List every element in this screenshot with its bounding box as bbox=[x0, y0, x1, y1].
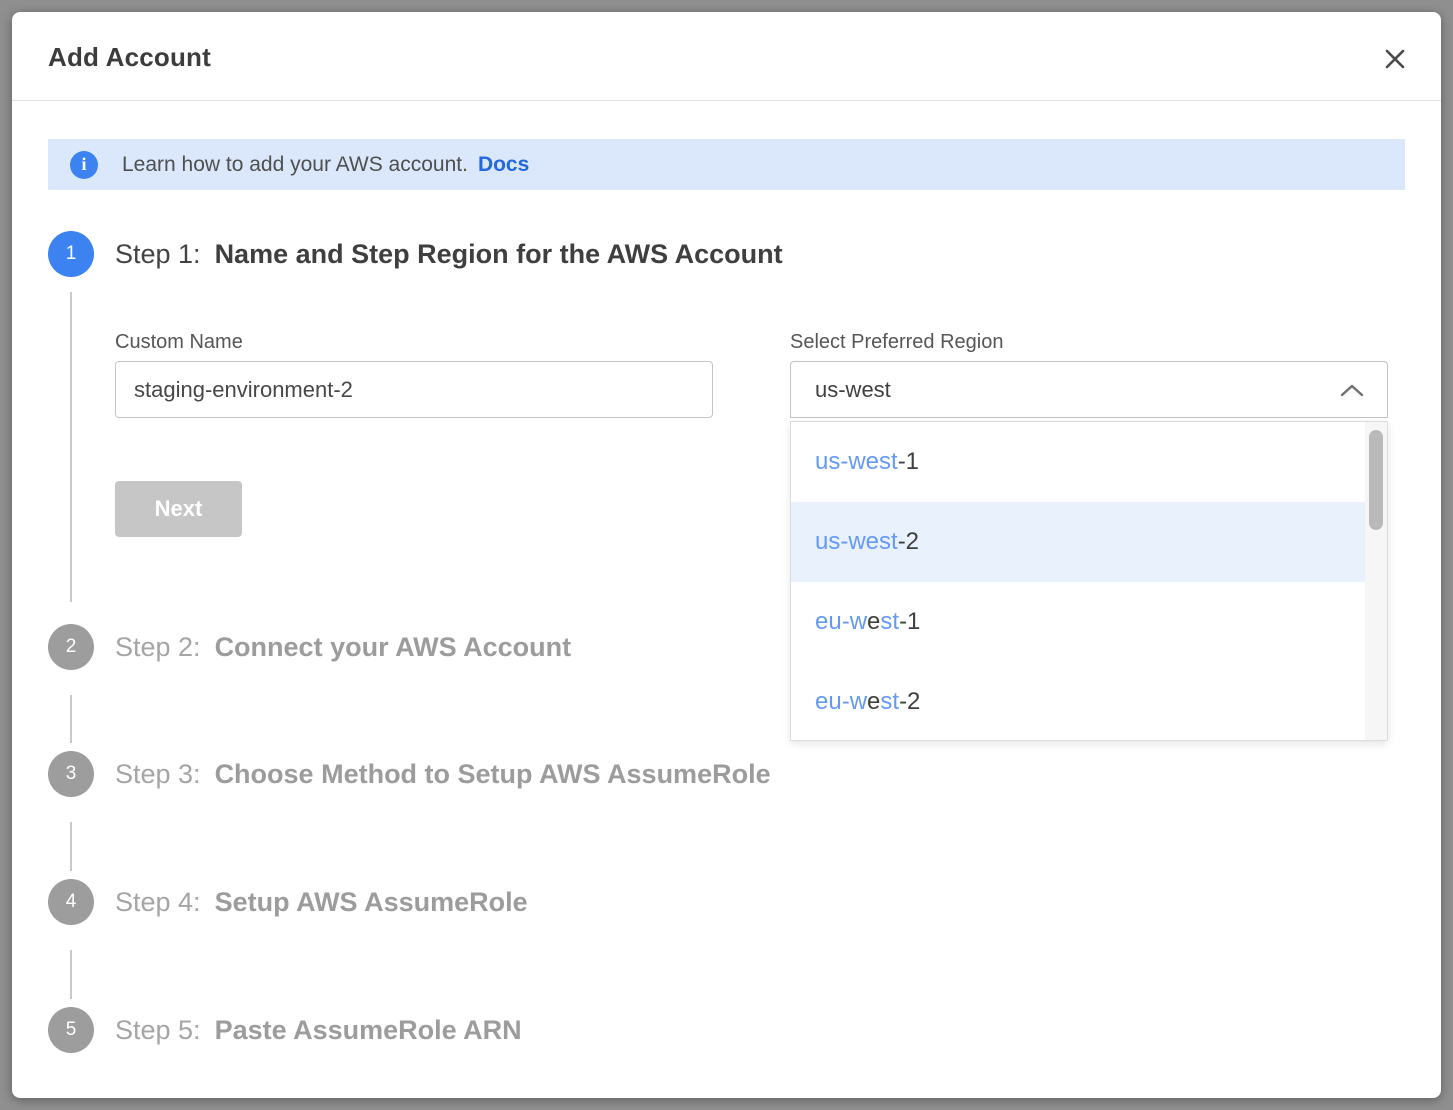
close-icon bbox=[1383, 47, 1407, 71]
option-text-segment: -2 bbox=[898, 528, 919, 556]
step-2-name: Connect your AWS Account bbox=[215, 632, 572, 662]
step-2-indicator: 2 bbox=[48, 624, 94, 670]
dropdown-option-us-west-2[interactable]: us-west-2 bbox=[791, 502, 1365, 582]
option-text-segment: eu-w bbox=[815, 688, 867, 716]
info-banner: i Learn how to add your AWS account. Doc… bbox=[48, 139, 1405, 190]
dropdown-scrollbar-thumb[interactable] bbox=[1369, 430, 1383, 530]
step-4-indicator: 4 bbox=[48, 879, 94, 925]
custom-name-label: Custom Name bbox=[115, 331, 243, 354]
step-2-title: Step 2: Connect your AWS Account bbox=[115, 632, 571, 663]
region-dropdown: us-west-1us-west-2eu-west-1eu-west-2 bbox=[790, 421, 1388, 741]
step-2-prefix: Step 2: bbox=[115, 632, 201, 662]
option-text-segment: -1 bbox=[899, 608, 920, 636]
dropdown-option-eu-west-2[interactable]: eu-west-2 bbox=[791, 662, 1365, 742]
step-3-row: 3 Step 3: Choose Method to Setup AWS Assu… bbox=[48, 751, 771, 797]
step-1-prefix: Step 1: bbox=[115, 239, 201, 269]
chevron-up-icon bbox=[1339, 382, 1365, 398]
step-connector-1 bbox=[70, 292, 72, 602]
step-4-title: Step 4: Setup AWS AssumeRole bbox=[115, 887, 528, 918]
step-3-indicator: 3 bbox=[48, 751, 94, 797]
banner-text: Learn how to add your AWS account. bbox=[122, 153, 468, 177]
option-text-segment: us-west bbox=[815, 448, 898, 476]
step-5-prefix: Step 5: bbox=[115, 1015, 201, 1045]
option-text-segment: -2 bbox=[899, 688, 920, 716]
option-text-segment: us-west bbox=[815, 528, 898, 556]
step-3-name: Choose Method to Setup AWS AssumeRole bbox=[215, 759, 771, 789]
step-1-name: Name and Step Region for the AWS Account bbox=[215, 239, 783, 269]
info-icon: i bbox=[70, 151, 98, 179]
step-5-indicator: 5 bbox=[48, 1007, 94, 1053]
step-5-name: Paste AssumeRole ARN bbox=[215, 1015, 522, 1045]
region-label: Select Preferred Region bbox=[790, 331, 1003, 354]
step-4-row: 4 Step 4: Setup AWS AssumeRole bbox=[48, 879, 528, 925]
option-text-segment: e bbox=[867, 688, 880, 716]
option-text-segment: st bbox=[880, 608, 899, 636]
step-connector-2 bbox=[70, 695, 72, 743]
dropdown-options: us-west-1us-west-2eu-west-1eu-west-2 bbox=[791, 422, 1365, 740]
region-select-value: us-west bbox=[815, 377, 1339, 403]
step-3-prefix: Step 3: bbox=[115, 759, 201, 789]
step-4-prefix: Step 4: bbox=[115, 887, 201, 917]
option-text-segment: e bbox=[867, 608, 880, 636]
add-account-modal: Add Account i Learn how to add your AWS … bbox=[12, 12, 1441, 1098]
close-button[interactable] bbox=[1379, 43, 1411, 75]
step-3-title: Step 3: Choose Method to Setup AWS Assume… bbox=[115, 759, 771, 790]
modal-title: Add Account bbox=[48, 42, 211, 73]
step-1-title: Step 1: Name and Step Region for the AWS … bbox=[115, 239, 783, 270]
dropdown-scrollbar-track[interactable] bbox=[1365, 422, 1387, 740]
region-select[interactable]: us-west bbox=[790, 361, 1388, 418]
option-text-segment: st bbox=[880, 688, 899, 716]
custom-name-input[interactable] bbox=[115, 361, 713, 418]
option-text-segment: eu-w bbox=[815, 608, 867, 636]
docs-link[interactable]: Docs bbox=[478, 153, 529, 177]
step-1-indicator: 1 bbox=[48, 231, 94, 277]
step-connector-3 bbox=[70, 822, 72, 871]
dropdown-option-us-west-1[interactable]: us-west-1 bbox=[791, 422, 1365, 502]
step-5-title: Step 5: Paste AssumeRole ARN bbox=[115, 1015, 522, 1046]
header-divider bbox=[12, 100, 1441, 101]
option-text-segment: -1 bbox=[898, 448, 919, 476]
step-4-name: Setup AWS AssumeRole bbox=[215, 887, 528, 917]
step-2-row: 2 Step 2: Connect your AWS Account bbox=[48, 624, 571, 670]
next-button[interactable]: Next bbox=[115, 481, 242, 537]
dropdown-option-eu-west-1[interactable]: eu-west-1 bbox=[791, 582, 1365, 662]
step-1-row: 1 Step 1: Name and Step Region for the AW… bbox=[48, 231, 783, 277]
step-connector-4 bbox=[70, 950, 72, 999]
step-5-row: 5 Step 5: Paste AssumeRole ARN bbox=[48, 1007, 522, 1053]
